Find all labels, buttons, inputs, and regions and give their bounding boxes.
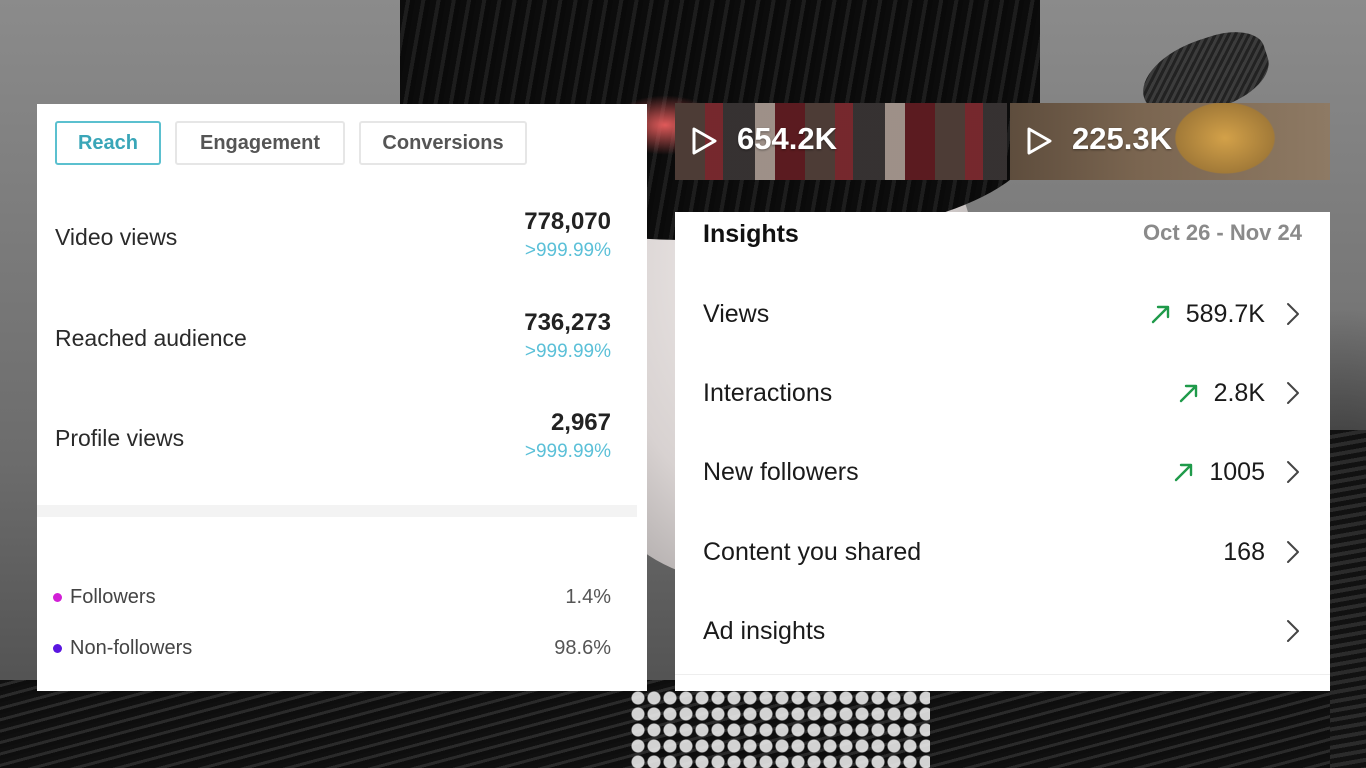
insights-row-ad-insights[interactable]: Ad insights [703,609,1301,653]
row-value: 1005 [1209,457,1265,486]
row-label: Interactions [703,379,833,407]
metric-value: 778,070 [524,208,611,235]
tab-reach[interactable]: Reach [55,121,161,165]
chevron-right-icon [1287,303,1299,325]
audience-value: 98.6% [554,637,611,659]
pearl-necklace [630,690,930,768]
row-value: 2.8K [1213,378,1265,407]
jacket-shoulder [1330,430,1366,768]
audience-label: Followers [70,586,156,608]
metric-change: >999.99% [524,441,611,462]
tab-conversions[interactable]: Conversions [359,121,527,165]
panel-bottom-divider [675,674,1330,675]
video-view-count: 225.3K [1072,121,1172,156]
metric-label: Reached audience [55,325,247,351]
row-label: Views [703,300,770,328]
play-icon [692,127,717,155]
video-view-count: 654.2K [737,121,837,156]
audience-value: 1.4% [565,586,611,608]
audience-label: Non-followers [70,637,193,659]
insights-panel: Insights Oct 26 - Nov 24 Views 589.7K In… [675,212,1330,691]
insights-title: Insights [703,220,799,248]
legend-dot-non-followers [53,644,62,653]
metric-change: >999.99% [524,341,611,362]
insights-row-content-shared[interactable]: Content you shared 168 [703,530,1301,574]
insights-row-new-followers[interactable]: New followers 1005 [703,450,1301,494]
row-label: Ad insights [703,617,826,645]
row-value: 168 [1223,537,1265,566]
date-range: Oct 26 - Nov 24 [1143,220,1302,245]
section-divider [37,505,637,517]
video-thumbnail-2[interactable]: 225.3K [1010,103,1330,180]
insights-row-views[interactable]: Views 589.7K [703,292,1301,336]
row-label: Content you shared [703,538,922,566]
metric-change: >999.99% [524,240,611,261]
metric-video-views: Video views 778,070 >999.99% [55,206,611,276]
audience-row-non-followers: Non-followers 98.6% [53,635,611,665]
insights-row-interactions[interactable]: Interactions 2.8K [703,371,1301,415]
reach-panel: Reach Engagement Conversions Video views… [37,104,647,691]
metric-value: 2,967 [550,409,611,436]
metric-reached-audience: Reached audience 736,273 >999.99% [55,307,611,377]
row-value: 589.7K [1185,299,1265,328]
metric-profile-views: Profile views 2,967 >999.99% [55,407,611,477]
play-icon [1027,127,1052,155]
trend-up-icon [1151,305,1169,324]
trend-up-icon [1179,384,1197,403]
metric-label: Profile views [55,425,185,451]
metric-label: Video views [55,224,178,250]
row-label: New followers [703,458,859,486]
metric-value: 736,273 [524,309,611,336]
legend-dot-followers [53,593,62,602]
chevron-right-icon [1287,620,1299,642]
analytics-tabs: Reach Engagement Conversions [55,121,527,165]
chevron-right-icon [1287,541,1299,563]
tab-engagement[interactable]: Engagement [175,121,345,165]
chevron-right-icon [1287,461,1299,483]
audience-row-followers: Followers 1.4% [53,584,611,614]
chevron-right-icon [1287,382,1299,404]
video-thumbnail-1[interactable]: 654.2K [675,103,1007,180]
trend-up-icon [1175,463,1193,482]
